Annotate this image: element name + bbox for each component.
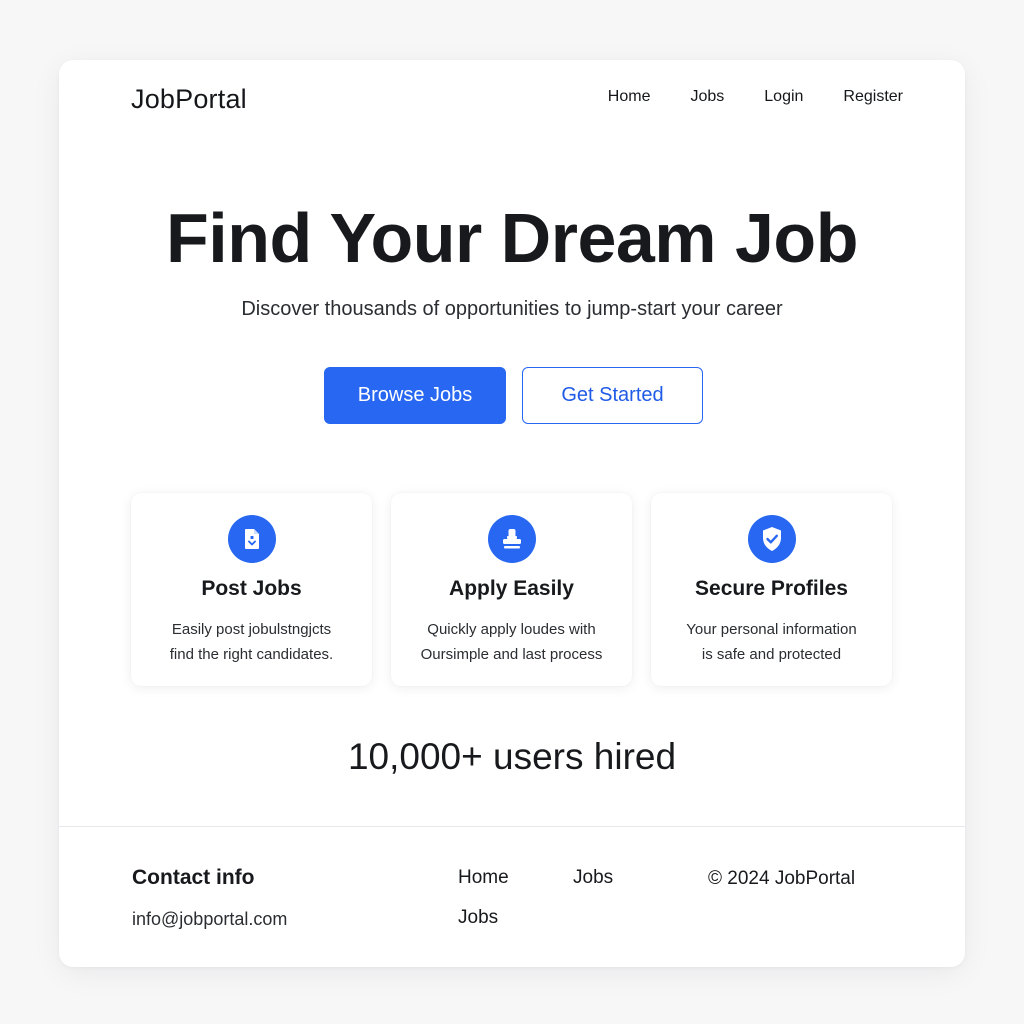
feature-description-line: Easily post jobulstngjcts: [171, 621, 332, 638]
footer-link-jobs-secondary[interactable]: Jobs: [458, 907, 498, 929]
landing-card: JobPortal Home Jobs Login Register Find …: [59, 60, 965, 967]
feature-description-line: Your personal information: [686, 621, 857, 638]
copyright: © 2024 JobPortal: [708, 868, 856, 889]
nav-links: Home Jobs Login Register: [568, 88, 903, 106]
feature-card-post-jobs: Post Jobs Easily post jobulstngjcts find…: [131, 493, 372, 686]
stamp-icon: [487, 515, 536, 563]
footer-divider: [59, 826, 965, 827]
feature-title: Post Jobs: [201, 577, 302, 600]
get-started-button[interactable]: Get Started: [522, 367, 703, 424]
top-nav: JobPortal Home Jobs Login Register: [59, 60, 965, 140]
nav-link-home[interactable]: Home: [608, 88, 651, 106]
feature-description: Easily post jobulstngjcts find the right…: [141, 617, 362, 667]
hero-subtitle: Discover thousands of opportunities to j…: [241, 298, 783, 320]
users-hired-stat: 10,000+ users hired: [347, 736, 677, 777]
nav-link-login[interactable]: Login: [764, 88, 803, 106]
feature-description: Your personal information is safe and pr…: [661, 617, 882, 667]
nav-link-jobs[interactable]: Jobs: [690, 88, 724, 106]
document-icon: [227, 515, 276, 563]
feature-description-line: find the right candidates.: [169, 646, 334, 663]
browse-jobs-button[interactable]: Browse Jobs: [324, 367, 506, 424]
feature-description-line: Quickly apply loudes with: [427, 621, 596, 638]
feature-card-secure-profiles: Secure Profiles Your personal informatio…: [651, 493, 892, 686]
feature-description-line: is safe and protected: [701, 646, 842, 663]
contact-email[interactable]: info@jobportal.com: [132, 909, 287, 930]
footer-link-jobs[interactable]: Jobs: [573, 867, 613, 889]
nav-link-register[interactable]: Register: [843, 88, 903, 106]
contact-title: Contact info: [132, 866, 255, 889]
feature-title: Secure Profiles: [695, 577, 848, 600]
logo[interactable]: JobPortal: [131, 84, 247, 115]
hero-title: Find Your Dream Job: [166, 199, 858, 277]
feature-description-line: Oursimple and last process: [420, 646, 603, 663]
feature-description: Quickly apply loudes with Oursimple and …: [401, 617, 622, 667]
feature-card-apply-easily: Apply Easily Quickly apply loudes with O…: [391, 493, 632, 686]
footer-link-home[interactable]: Home: [458, 867, 509, 889]
shield-check-icon: [747, 515, 796, 563]
feature-title: Apply Easily: [449, 577, 574, 600]
